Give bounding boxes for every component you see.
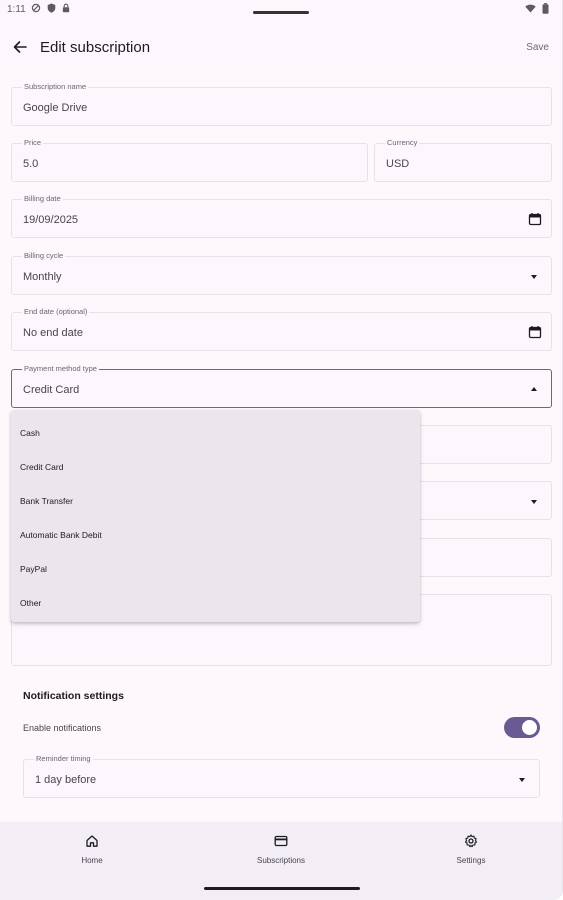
nav-label-settings: Settings: [456, 856, 486, 865]
price-value[interactable]: 5.0: [23, 158, 38, 170]
subscription-name-label: Subscription name: [22, 82, 89, 91]
battery-icon: [542, 3, 549, 14]
menu-item-label: PayPal: [20, 564, 47, 574]
dropdown-arrow-icon[interactable]: [531, 275, 537, 279]
data-saver-icon: [31, 3, 41, 13]
billing-date-field[interactable]: Billing date 19/09/2025: [11, 194, 552, 238]
calendar-icon[interactable]: [528, 212, 542, 226]
menu-item-label: Automatic Bank Debit: [20, 530, 102, 540]
nav-label-home: Home: [81, 856, 103, 865]
toggle-knob: [522, 720, 537, 735]
nav-item-settings[interactable]: Settings: [411, 834, 531, 865]
camera-notch-pill: [253, 11, 309, 14]
billing-cycle-value[interactable]: Monthly: [23, 271, 62, 283]
menu-item-label: Cash: [20, 428, 40, 438]
enable-notifications-toggle[interactable]: [504, 717, 540, 738]
app-window: 1:11 Edit subscription Save Subscription…: [0, 0, 563, 900]
currency-field[interactable]: Currency USD: [374, 138, 552, 182]
status-icons-right: [525, 3, 549, 14]
billing-date-value[interactable]: 19/09/2025: [23, 214, 78, 226]
menu-item-paypal[interactable]: PayPal: [11, 550, 420, 584]
payment-method-type-value[interactable]: Credit Card: [23, 384, 79, 396]
billing-cycle-field[interactable]: Billing cycle Monthly: [11, 251, 552, 295]
nav-item-subscriptions[interactable]: Subscriptions: [221, 834, 341, 865]
back-arrow-icon[interactable]: [10, 37, 30, 57]
calendar-icon[interactable]: [528, 325, 542, 339]
enable-notifications-label: Enable notifications: [23, 723, 102, 733]
menu-item-label: Credit Card: [20, 462, 64, 472]
dropdown-arrow-up-icon[interactable]: [531, 387, 537, 391]
credit-card-icon: [274, 835, 288, 847]
dropdown-arrow-icon[interactable]: [531, 500, 537, 504]
billing-date-label: Billing date: [22, 194, 63, 203]
shield-icon: [47, 3, 56, 13]
dropdown-arrow-icon[interactable]: [519, 778, 525, 782]
menu-item-other[interactable]: Other: [11, 584, 420, 618]
nav-label-subscriptions: Subscriptions: [256, 856, 306, 865]
notification-settings-card: Notification settings Enable notificatio…: [11, 612, 552, 800]
nav-item-home[interactable]: Home: [32, 834, 152, 865]
subscription-name-value[interactable]: Google Drive: [23, 102, 87, 114]
payment-method-type-label: Payment method type: [22, 364, 99, 373]
end-date-label: End date (optional): [22, 307, 90, 316]
subscription-name-field[interactable]: Subscription name Google Drive: [11, 82, 552, 126]
wifi-icon: [525, 4, 536, 13]
home-icon: [86, 835, 98, 847]
page-title: Edit subscription: [40, 39, 151, 56]
reminder-timing-label: Reminder timing: [34, 754, 93, 763]
status-bar: 1:11: [0, 0, 562, 22]
menu-item-cash[interactable]: Cash: [11, 414, 420, 448]
notification-settings-title: Notification settings: [23, 690, 124, 702]
menu-item-credit-card[interactable]: Credit Card: [11, 448, 420, 482]
end-date-value[interactable]: No end date: [23, 327, 83, 339]
end-date-field[interactable]: End date (optional) No end date: [11, 307, 552, 351]
price-field[interactable]: Price 5.0: [11, 138, 368, 182]
menu-item-label: Bank Transfer: [20, 496, 73, 506]
payment-method-type-field[interactable]: Payment method type Credit Card: [11, 364, 552, 408]
menu-item-label: Other: [20, 598, 42, 608]
payment-method-menu: Cash Credit Card Bank Transfer Automatic…: [11, 410, 420, 622]
status-time: 1:11: [7, 4, 26, 15]
reminder-timing-value[interactable]: 1 day before: [35, 774, 96, 786]
lock-icon: [62, 3, 70, 13]
menu-item-bank-transfer[interactable]: Bank Transfer: [11, 482, 420, 516]
gesture-navigation-bar[interactable]: [204, 887, 360, 890]
reminder-timing-field[interactable]: Reminder timing 1 day before: [23, 754, 540, 798]
status-icons-left: [31, 3, 70, 13]
price-label: Price: [22, 138, 44, 147]
app-bar: Edit subscription Save: [0, 22, 562, 72]
currency-label: Currency: [385, 138, 420, 147]
currency-value[interactable]: USD: [386, 158, 409, 170]
gear-icon: [464, 834, 478, 848]
menu-item-automatic-bank-debit[interactable]: Automatic Bank Debit: [11, 516, 420, 550]
save-button[interactable]: Save: [526, 42, 549, 53]
billing-cycle-label: Billing cycle: [22, 251, 66, 260]
